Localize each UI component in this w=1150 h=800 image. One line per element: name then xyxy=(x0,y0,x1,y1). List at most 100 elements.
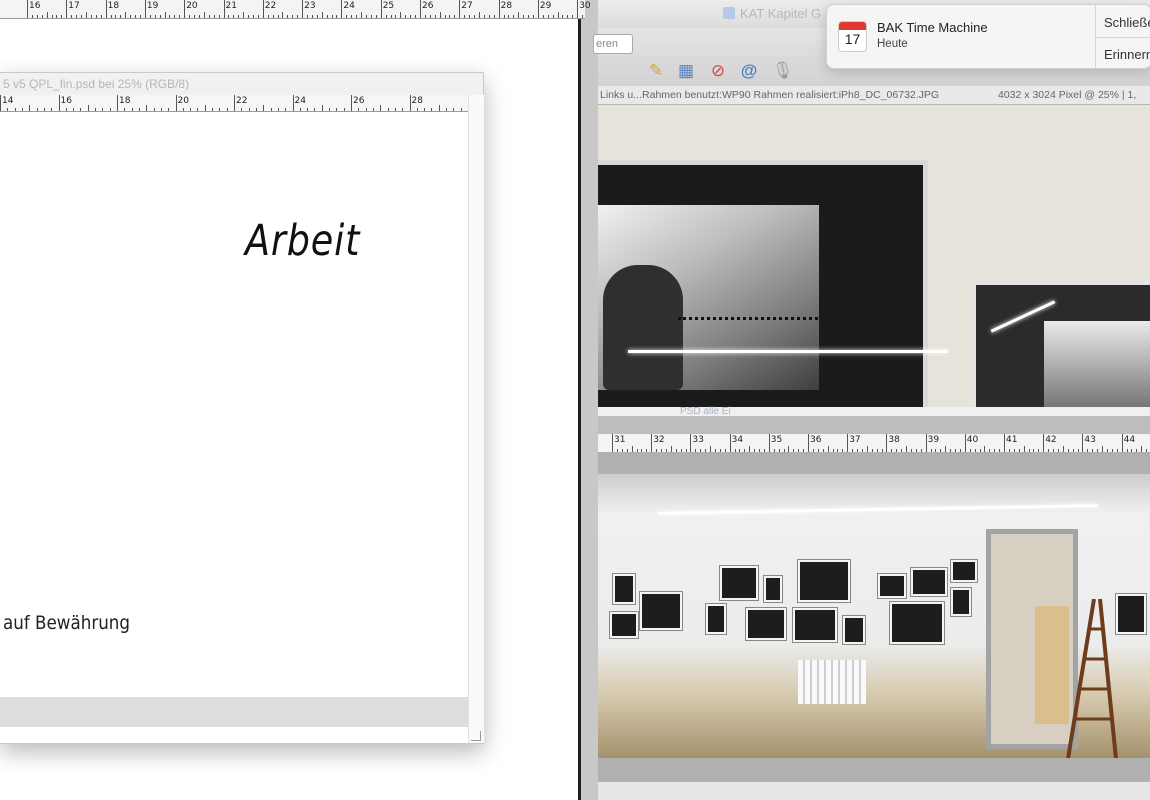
psd-canvas[interactable]: Arbeit auf Bewährung xyxy=(0,112,468,697)
microphone-icon[interactable]: 🎙 xyxy=(772,61,794,81)
ruler-minor-tick xyxy=(46,12,48,18)
ruler-minor-tick xyxy=(95,15,97,18)
ruler-minor-tick xyxy=(131,108,133,111)
ruler-minor-tick xyxy=(356,15,358,18)
ruler-tick xyxy=(351,95,352,111)
ruler-minor-tick xyxy=(336,108,338,111)
ruler-minor-tick xyxy=(233,15,235,18)
ruler-minor-tick xyxy=(346,15,348,18)
layout-icon[interactable]: ▦ xyxy=(676,61,696,81)
ruler-minor-tick xyxy=(297,15,299,18)
ruler-minor-tick xyxy=(478,12,480,18)
ruler-minor-tick xyxy=(277,15,279,18)
ruler-minor-tick xyxy=(61,15,63,18)
ruler-minor-tick xyxy=(272,15,274,18)
psd-ruler-label: 16 xyxy=(60,96,72,106)
ruler-tick xyxy=(886,434,888,452)
ruler-minor-tick xyxy=(90,15,92,18)
ruler-minor-tick xyxy=(149,15,151,18)
at-sign-icon[interactable]: @ xyxy=(739,61,759,81)
ruler-tick xyxy=(651,434,653,452)
psd-window-title[interactable]: 5 v5 QPL_fin.psd bei 25% (RGB/8) xyxy=(0,73,483,96)
ruler-minor-tick xyxy=(36,108,38,111)
ruler-tick xyxy=(964,434,966,452)
wall-print xyxy=(889,601,945,645)
ruler-minor-tick xyxy=(387,108,389,111)
wall-print xyxy=(612,573,636,605)
ruler-minor-tick xyxy=(146,105,148,111)
ruler-minor-tick xyxy=(285,108,287,111)
top-ruler-label: 25 xyxy=(382,1,395,11)
ruler-tick xyxy=(175,95,177,111)
psd-vertical-scrollbar[interactable] xyxy=(468,95,484,743)
psd-ruler-label: 22 xyxy=(236,96,248,106)
ruler-minor-tick xyxy=(439,12,441,18)
ruler-minor-tick xyxy=(460,108,462,111)
calendar-notification[interactable]: 17 BAK Time Machine Heute Schließen Erin… xyxy=(826,4,1150,69)
ruler2-label: 33 xyxy=(692,435,704,445)
ruler-minor-tick xyxy=(307,108,309,111)
ruler-minor-tick xyxy=(14,108,16,111)
body-text: auf Bewährung xyxy=(3,612,131,634)
psd-document-window[interactable]: 5 v5 QPL_fin.psd bei 25% (RGB/8) 14 16 18 2… xyxy=(0,72,484,744)
calendar-icon-header xyxy=(839,22,866,30)
ruler-minor-tick xyxy=(469,15,471,18)
ruler-minor-tick xyxy=(375,15,377,18)
notification-actions: Schließen Erinnern xyxy=(1095,5,1150,68)
remind-button[interactable]: Erinnern xyxy=(1104,47,1150,62)
wall-print xyxy=(950,587,972,617)
ruler-minor-tick xyxy=(110,15,112,18)
ruler-minor-tick xyxy=(179,15,181,18)
ruler-tick xyxy=(409,95,411,111)
ruler-minor-tick xyxy=(160,108,162,111)
close-button[interactable]: Schließen xyxy=(1104,15,1150,30)
ruler2-label: 39 xyxy=(927,435,940,445)
pencil-icon[interactable]: ✎ xyxy=(646,61,666,81)
toolbar-search-field[interactable]: eren xyxy=(593,34,633,54)
ruler-minor-tick xyxy=(365,108,367,111)
ruler-minor-tick xyxy=(198,15,200,18)
ruler-minor-tick xyxy=(405,15,407,18)
ruler-minor-tick xyxy=(307,15,308,18)
ruler-minor-tick xyxy=(277,108,279,111)
ruler-tick xyxy=(58,95,60,111)
ruler-minor-tick xyxy=(257,15,259,18)
ruler-minor-tick xyxy=(153,108,155,111)
ruler-minor-tick xyxy=(528,15,530,18)
ruler-minor-tick xyxy=(444,15,446,18)
resize-grip-icon[interactable] xyxy=(471,731,481,741)
ruler-minor-tick xyxy=(80,108,82,111)
wall-print xyxy=(797,559,851,603)
ruler-tick xyxy=(1004,434,1005,452)
no-entry-icon[interactable]: ⊘ xyxy=(708,61,728,81)
framed-print xyxy=(598,160,928,407)
ruler-minor-tick xyxy=(503,15,505,18)
ruler-minor-tick xyxy=(51,15,53,18)
ruler-minor-tick xyxy=(474,15,476,18)
ruler-minor-tick xyxy=(267,15,269,18)
ruler-minor-tick xyxy=(219,108,221,111)
ruler-minor-tick xyxy=(547,15,549,18)
ruler-minor-tick xyxy=(120,15,122,18)
window-title: KAT Kapitel G xyxy=(740,6,822,21)
ruler-minor-tick xyxy=(552,15,554,18)
image-info: 4032 x 3024 Pixel @ 25% | 1, xyxy=(998,89,1137,101)
ruler-minor-tick xyxy=(493,15,495,18)
ruler-minor-tick xyxy=(358,108,360,111)
wall-print xyxy=(910,567,948,597)
ruler-minor-tick xyxy=(287,15,289,18)
ruler-tick xyxy=(1043,434,1045,452)
ruler-tick xyxy=(341,0,343,18)
ruler-minor-tick xyxy=(255,108,257,111)
folder-label[interactable]: PSD alle Ei xyxy=(680,406,731,417)
ruler-minor-tick xyxy=(416,108,418,111)
ruler-minor-tick xyxy=(174,15,176,18)
ruler-minor-tick xyxy=(572,15,574,18)
ruler-minor-tick xyxy=(7,108,9,111)
ruler-minor-tick xyxy=(270,108,272,111)
ruler-minor-tick xyxy=(51,108,53,111)
ruler-minor-tick xyxy=(282,12,284,18)
ruler-minor-tick xyxy=(508,15,510,18)
framed-print-2 xyxy=(972,281,1150,407)
ruler-minor-tick xyxy=(316,15,318,18)
